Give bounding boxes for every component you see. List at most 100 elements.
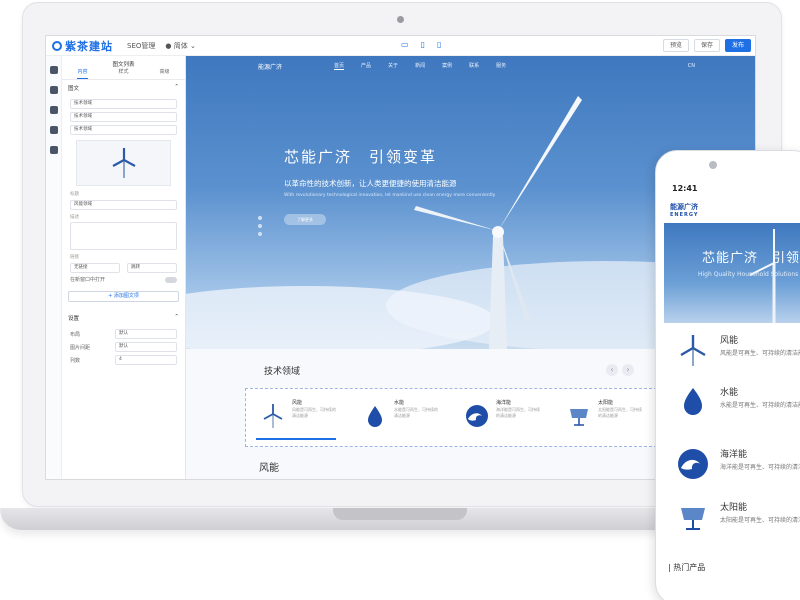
- tech-section-title: 技术领域: [264, 367, 301, 377]
- spacing-row: 图片间距 默认: [70, 342, 177, 352]
- editor-topbar: 紫茶建站 SEO管理 ● 简体 ⌄ ▭ ▯ ▯ 预览 保存 发布: [46, 36, 755, 56]
- phone-status-time: 12:41: [672, 184, 698, 193]
- phone-item-hydro[interactable]: 水能 水能是可再生、可持续的清洁能源: [664, 381, 800, 436]
- columns-label: 列数: [70, 357, 81, 364]
- nav-item[interactable]: 新闻: [415, 62, 425, 70]
- theme-icon[interactable]: [49, 106, 58, 114]
- tool-rail: [46, 56, 62, 479]
- solar-panel-icon: [570, 409, 588, 426]
- phone-item-wind[interactable]: 风能 风能是可再生、可持续的清洁能源: [664, 329, 800, 384]
- language-selector[interactable]: ● 简体 ⌄: [165, 41, 195, 51]
- add-item-button[interactable]: + 添加图文项: [68, 291, 179, 302]
- phone-logo-en: ENERGY: [670, 212, 699, 218]
- title-input[interactable]: 风能领域: [70, 200, 177, 210]
- image-thumbnail[interactable]: [76, 140, 171, 186]
- layout-label: 布局: [70, 331, 81, 338]
- link-target-select[interactable]: 跳转: [127, 263, 177, 273]
- phone-item-desc: 风能是可再生、可持续的清洁能源: [720, 350, 800, 357]
- prev-arrow-icon[interactable]: ‹: [606, 364, 618, 376]
- desc-textarea[interactable]: [70, 222, 177, 250]
- editor-screen: 紫茶建站 SEO管理 ● 简体 ⌄ ▭ ▯ ▯ 预览 保存 发布 图文列表 内容…: [45, 35, 756, 480]
- new-window-row: 在新窗口中打开: [70, 276, 177, 283]
- phone-site-logo[interactable]: 能源广济 ENERGY: [670, 202, 698, 218]
- property-panel: 图文列表 内容 样式 高级 图文 ⌃ 技术领域 技术领域 技术领域 标题 风能领域…: [62, 56, 186, 479]
- tech-item-solar[interactable]: 太阳能 太阳能是可再生、可持续的清洁能源: [558, 397, 648, 442]
- phone-item-solar[interactable]: 太阳能 太阳能是可再生、可持续的清洁能源: [664, 496, 800, 551]
- hero-cta-button[interactable]: 了解更多: [284, 214, 326, 225]
- carousel-dots[interactable]: [258, 216, 262, 240]
- link-type-select[interactable]: 无链接: [70, 263, 120, 273]
- nav-item[interactable]: 联系: [469, 62, 479, 70]
- water-drop-icon: [684, 388, 702, 415]
- tech-arrows: ‹ ›: [606, 364, 634, 376]
- phone-camera-icon: [709, 161, 717, 169]
- phone-item-ocean[interactable]: 海洋能 海洋能是可再生、可持续的清洁能源: [664, 443, 800, 498]
- panel-tabs: 内容 样式 高级: [62, 68, 185, 80]
- settings-icon[interactable]: [49, 126, 58, 134]
- topbar-actions: 预览 保存 发布: [662, 39, 751, 52]
- nav-item[interactable]: 产品: [361, 62, 371, 70]
- tab-content[interactable]: 内容: [77, 68, 88, 79]
- page-icon[interactable]: [49, 66, 58, 74]
- seo-button[interactable]: SEO管理: [127, 41, 155, 51]
- layout-select[interactable]: 默认: [115, 329, 177, 339]
- phone-logo-text: 能源广济: [670, 203, 698, 211]
- tab-advanced[interactable]: 高级: [159, 68, 169, 79]
- phone-item-name: 风能: [720, 336, 739, 346]
- phone-item-desc: 水能是可再生、可持续的清洁能源: [720, 402, 800, 409]
- section-header-images[interactable]: 图文 ⌃: [62, 80, 185, 96]
- tech-item-hydro[interactable]: 水能 水能是可再生、可持续的清洁能源: [354, 397, 444, 442]
- hero-title: 芯能广济 引领变革: [284, 148, 438, 166]
- tech-item-name: 太阳能: [598, 400, 614, 406]
- tech-item-name: 水能: [394, 400, 405, 406]
- component-icon[interactable]: [49, 86, 58, 94]
- new-window-toggle[interactable]: [165, 276, 177, 283]
- tech-item-name: 风能: [292, 400, 303, 406]
- media-icon[interactable]: [49, 146, 58, 154]
- site-logo[interactable]: 能源广济: [258, 62, 282, 71]
- layout-row: 布局 默认: [70, 329, 177, 339]
- tab-style[interactable]: 样式: [118, 68, 128, 79]
- tech-item-desc: 海洋能是可再生、可持续的清洁能源: [496, 407, 540, 418]
- site-nav-items: 首页 产品 关于 新闻 案例 联系 服务: [334, 62, 506, 70]
- wave-icon: [678, 449, 708, 479]
- section-header-settings[interactable]: 设置 ⌃: [62, 310, 185, 326]
- language-label: 简体: [173, 41, 188, 50]
- tech-item-wind[interactable]: 风能 风能是可再生、可持续的清洁能源: [252, 397, 342, 442]
- spacing-select[interactable]: 默认: [115, 342, 177, 352]
- next-arrow-icon[interactable]: ›: [622, 364, 634, 376]
- preview-button[interactable]: 预览: [662, 39, 689, 52]
- publish-button[interactable]: 发布: [724, 39, 751, 52]
- wind-section-title: 风能: [259, 463, 279, 474]
- nav-item[interactable]: 案例: [442, 62, 452, 70]
- tech-item-ocean[interactable]: 海洋能 海洋能是可再生、可持续的清洁能源: [456, 397, 546, 442]
- desktop-icon[interactable]: ▭: [401, 40, 409, 49]
- title-field-label: 标题: [70, 192, 79, 197]
- desc-field-label: 描述: [70, 215, 79, 220]
- list-item[interactable]: 技术领域: [70, 125, 177, 135]
- nav-item[interactable]: 首页: [334, 62, 345, 70]
- save-button[interactable]: 保存: [693, 39, 720, 52]
- columns-stepper[interactable]: 4: [115, 355, 177, 365]
- phone-item-desc: 太阳能是可再生、可持续的清洁能源: [720, 517, 800, 524]
- nav-item[interactable]: 服务: [496, 62, 506, 70]
- device-switcher: ▭ ▯ ▯: [401, 40, 441, 49]
- app-name: 紫茶建站: [65, 39, 113, 53]
- nav-item[interactable]: 关于: [388, 62, 398, 70]
- phone-hero-english: High Quality Household Solutions: [698, 271, 799, 278]
- hero-english: With revolutionary technological innovat…: [284, 193, 496, 198]
- chevron-up-icon: ⌃: [174, 84, 179, 90]
- mobile-icon[interactable]: ▯: [437, 40, 441, 49]
- tech-card-selected[interactable]: 风能 风能是可再生、可持续的清洁能源 水能 水能是可再生、可持续的清洁能源 海洋…: [245, 388, 657, 447]
- panel-title: 图文列表: [112, 62, 135, 68]
- site-lang-switch[interactable]: CN: [688, 63, 695, 69]
- solar-panel-icon: [681, 508, 705, 530]
- phone-item-name: 水能: [720, 388, 739, 398]
- phone-item-name: 太阳能: [720, 503, 748, 513]
- list-item[interactable]: 技术领域: [70, 99, 177, 109]
- tablet-icon[interactable]: ▯: [421, 40, 425, 49]
- phone-hero[interactable]: 芯能广济 引领变 High Quality Household Solution…: [664, 223, 800, 323]
- phone-item-desc: 海洋能是可再生、可持续的清洁能源: [720, 464, 800, 471]
- site-nav: 能源广济 首页 产品 关于 新闻 案例 联系 服务 CN: [186, 56, 755, 76]
- list-item[interactable]: 技术领域: [70, 112, 177, 122]
